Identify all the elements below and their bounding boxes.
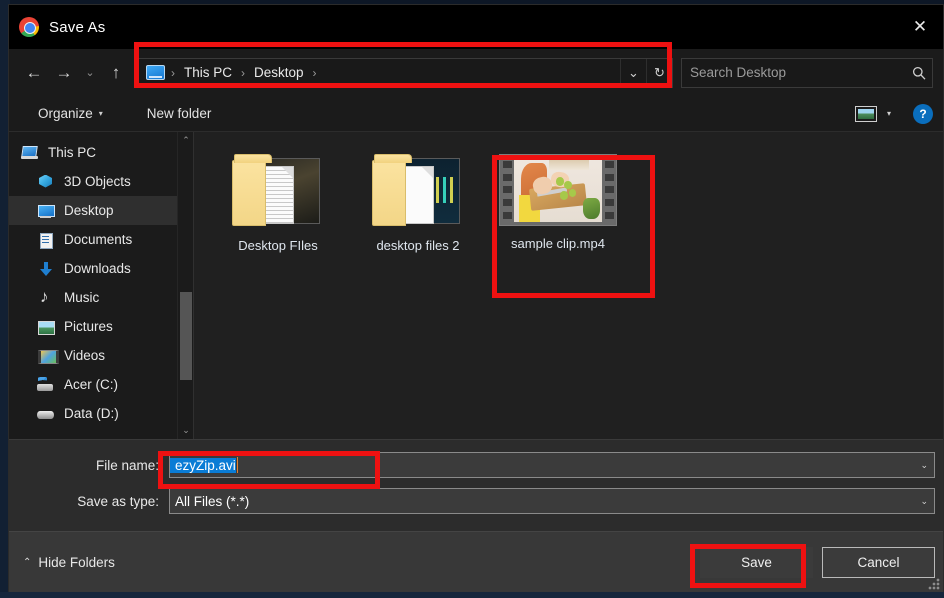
sidebar-item-music[interactable]: Music xyxy=(9,283,193,312)
save-as-type-label: Save as type: xyxy=(9,494,169,509)
close-icon[interactable]: ✕ xyxy=(897,5,943,49)
file-name-input[interactable]: ezyZip.avi ⌄ xyxy=(169,452,935,478)
view-layout-icon[interactable] xyxy=(855,106,877,122)
sidebar-item-label: Downloads xyxy=(64,261,131,276)
navigation-bar: ← → ⌄ ↑ › This PC › Desktop › ⌄ ↻ xyxy=(9,49,943,96)
chevron-down-icon[interactable]: ⌄ xyxy=(620,59,646,87)
sidebar-item-label: Data (D:) xyxy=(64,406,119,421)
file-list-pane[interactable]: Desktop FIles desktop files 2 xyxy=(193,132,943,439)
scrollbar-thumb[interactable] xyxy=(180,292,192,380)
navigation-sidebar: This PC 3D Objects Desktop Documents Dow… xyxy=(9,132,193,439)
scroll-down-icon[interactable]: ⌄ xyxy=(178,422,194,439)
address-bar[interactable]: › This PC › Desktop › ⌄ ↻ xyxy=(137,58,673,88)
background-app-bottom-strip xyxy=(0,592,944,598)
breadcrumb-this-pc[interactable]: This PC xyxy=(181,65,235,80)
chrome-icon xyxy=(19,17,39,37)
window-title: Save As xyxy=(49,19,105,36)
chevron-down-icon: ▾ xyxy=(99,109,103,118)
picture-icon xyxy=(37,319,55,335)
hard-drive-icon xyxy=(37,406,55,422)
new-folder-button[interactable]: New folder xyxy=(140,103,219,124)
sidebar-item-documents[interactable]: Documents xyxy=(9,225,193,254)
dialog-body: This PC 3D Objects Desktop Documents Dow… xyxy=(9,132,943,439)
sidebar-item-pictures[interactable]: Pictures xyxy=(9,312,193,341)
sidebar-item-this-pc[interactable]: This PC xyxy=(9,138,193,167)
forward-button[interactable]: → xyxy=(49,58,79,88)
cube-icon xyxy=(37,174,55,190)
search-input[interactable] xyxy=(682,59,906,87)
scroll-up-icon[interactable]: ⌃ xyxy=(178,132,194,149)
chevron-down-icon[interactable]: ▾ xyxy=(887,109,891,118)
sidebar-item-label: Videos xyxy=(64,348,105,363)
screen: Save As ✕ ← → ⌄ ↑ › This PC › Desktop › … xyxy=(0,0,944,598)
file-name-label: File name: xyxy=(9,458,169,473)
organize-label: Organize xyxy=(38,106,93,121)
sidebar-scrollbar[interactable]: ⌃ ⌄ xyxy=(177,132,193,439)
sidebar-item-desktop[interactable]: Desktop xyxy=(9,196,193,225)
file-item-label: sample clip.mp4 xyxy=(511,236,605,251)
dialog-footer: ⌃ Hide Folders Save Cancel xyxy=(9,531,943,593)
sidebar-item-label: Desktop xyxy=(64,203,114,218)
download-icon xyxy=(37,261,55,277)
monitor-icon xyxy=(37,203,55,219)
hide-folders-label: Hide Folders xyxy=(38,555,115,570)
file-item-desktop-files-2[interactable]: desktop files 2 xyxy=(348,148,488,288)
cancel-button[interactable]: Cancel xyxy=(822,547,935,578)
search-box[interactable] xyxy=(681,58,933,88)
breadcrumb-separator-0[interactable]: › xyxy=(165,66,181,80)
chevron-up-icon: ⌃ xyxy=(23,557,31,568)
refresh-icon[interactable]: ↻ xyxy=(646,59,672,87)
save-as-dialog: Save As ✕ ← → ⌄ ↑ › This PC › Desktop › … xyxy=(8,4,944,594)
sidebar-item-label: 3D Objects xyxy=(64,174,131,189)
help-icon[interactable]: ? xyxy=(913,104,933,124)
save-button[interactable]: Save xyxy=(700,547,813,578)
sidebar-item-label: Music xyxy=(64,290,99,305)
up-button[interactable]: ↑ xyxy=(101,58,131,88)
sidebar-item-3d-objects[interactable]: 3D Objects xyxy=(9,167,193,196)
sidebar-item-label: Documents xyxy=(64,232,132,247)
save-form: File name: ezyZip.avi ⌄ Save as type: Al… xyxy=(9,439,943,531)
chevron-down-icon[interactable]: ⌄ xyxy=(920,496,928,507)
video-file-icon xyxy=(499,154,617,226)
sidebar-item-downloads[interactable]: Downloads xyxy=(9,254,193,283)
sidebar-item-data-d[interactable]: Data (D:) xyxy=(9,399,193,428)
sidebar-item-label: Acer (C:) xyxy=(64,377,118,392)
film-icon xyxy=(37,348,55,364)
chevron-down-icon[interactable]: ⌄ xyxy=(920,460,928,471)
file-name-value: ezyZip.avi xyxy=(170,458,236,473)
file-item-label: Desktop FIles xyxy=(238,238,317,253)
document-icon xyxy=(37,232,55,248)
title-bar: Save As ✕ xyxy=(9,5,943,49)
sidebar-item-acer-c[interactable]: Acer (C:) xyxy=(9,370,193,399)
sidebar-item-label: Pictures xyxy=(64,319,113,334)
breadcrumb-desktop[interactable]: Desktop xyxy=(251,65,307,80)
command-toolbar: Organize ▾ New folder ▾ ? xyxy=(9,96,943,132)
sidebar-item-videos[interactable]: Videos xyxy=(9,341,193,370)
file-item-sample-clip[interactable]: sample clip.mp4 xyxy=(488,148,628,288)
save-as-type-value: All Files (*.*) xyxy=(170,494,249,509)
sidebar-item-label: This PC xyxy=(48,145,96,160)
folder-icon xyxy=(372,154,464,228)
computer-icon xyxy=(21,145,39,161)
save-as-type-row: Save as type: All Files (*.*) ⌄ xyxy=(9,486,943,516)
folder-icon xyxy=(232,154,324,228)
file-item-desktop-files[interactable]: Desktop FIles xyxy=(208,148,348,288)
breadcrumb-separator-1[interactable]: › xyxy=(235,66,251,80)
resize-grip-icon[interactable] xyxy=(927,577,941,591)
file-name-row: File name: ezyZip.avi ⌄ xyxy=(9,450,943,480)
text-cursor xyxy=(237,457,238,473)
breadcrumb-separator-2[interactable]: › xyxy=(307,66,323,80)
hard-drive-icon xyxy=(37,377,55,393)
hide-folders-button[interactable]: ⌃ Hide Folders xyxy=(23,555,115,570)
video-thumbnail xyxy=(514,158,602,222)
back-button[interactable]: ← xyxy=(19,58,49,88)
save-as-type-select[interactable]: All Files (*.*) ⌄ xyxy=(169,488,935,514)
file-item-label: desktop files 2 xyxy=(376,238,459,253)
recent-locations-icon[interactable]: ⌄ xyxy=(79,58,101,88)
music-note-icon xyxy=(37,290,55,306)
this-pc-icon xyxy=(146,65,165,80)
search-icon[interactable] xyxy=(906,66,932,80)
organize-button[interactable]: Organize ▾ xyxy=(31,103,110,124)
